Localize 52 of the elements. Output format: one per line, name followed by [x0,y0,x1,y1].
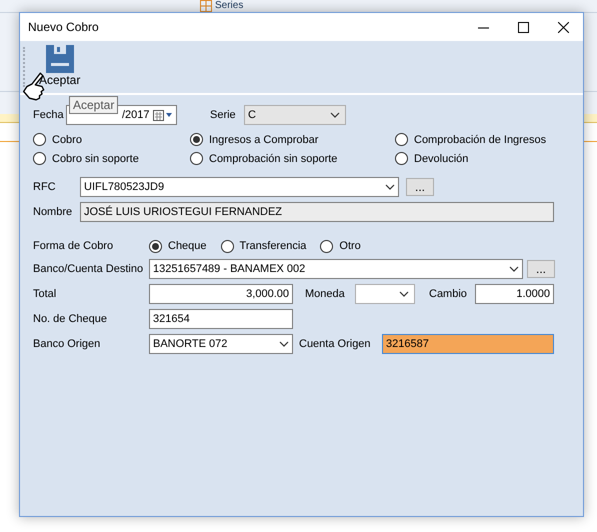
radio-dot[interactable] [395,133,408,146]
chevron-down-icon[interactable] [385,184,395,190]
radio-dot[interactable] [190,133,203,146]
window-title: Nuevo Cobro [28,20,100,34]
calendar-icon[interactable] [153,110,173,120]
radio-option[interactable]: Transferencia [220,240,306,252]
radio-dot[interactable] [220,240,234,252]
grid-icon [200,0,212,12]
accept-button[interactable]: Aceptar [39,41,80,93]
origin-account-field[interactable]: 3216587 [382,334,554,354]
chevron-down-icon[interactable] [330,112,340,118]
radio-option[interactable]: Comprobación sin soporte [190,152,395,165]
chevron-down-icon[interactable] [279,341,289,347]
app-toolbar-item[interactable]: Series [200,0,244,12]
field-label: Serie [210,109,237,121]
field-label: Banco Origen [33,338,102,350]
radio-option[interactable]: Cobro sin soporte [33,152,190,165]
rfc-combobox[interactable]: UIFL780523JD9 [80,177,399,197]
field-label: Fecha [33,109,65,121]
radio-option[interactable]: Otro [320,240,361,252]
radio-option[interactable]: Devolución [395,152,575,165]
radio-dot[interactable] [395,152,408,165]
chevron-down-icon[interactable] [399,291,409,297]
field-label: Banco/Cuenta Destino [33,263,144,275]
check-number-field[interactable]: 321654 [149,309,293,329]
field-label: Moneda [305,288,346,300]
bank-account-combobox[interactable]: 13251657489 - BANAMEX 002 [149,259,523,279]
field-label: Nombre [33,206,74,218]
radio-dot[interactable] [190,152,203,165]
field-label: No. de Cheque [33,313,108,325]
origin-bank-combobox[interactable]: BANORTE 072 [149,334,293,354]
radio-dot[interactable] [320,240,334,252]
name-field[interactable]: JOSÉ LUIS URIOSTEGUI FERNANDEZ [80,202,554,222]
radio-option[interactable]: Ingresos a Comprobar [190,133,395,146]
radio-option[interactable]: Cheque [149,240,207,252]
browse-button[interactable]: ... [406,178,434,196]
tooltip: Aceptar [69,96,118,114]
radio-dot[interactable] [33,152,46,165]
radio-dot[interactable] [149,240,162,252]
radio-option[interactable]: Cobro [33,133,190,146]
total-field[interactable]: 3,000.00 [149,284,293,304]
browse-button[interactable]: ... [527,260,555,278]
radio-dot[interactable] [33,133,46,146]
field-label: Forma de Cobro [33,240,114,252]
series-dropdown[interactable]: C [244,105,346,125]
field-label: Total [33,288,58,300]
field-label: Cambio [429,288,468,300]
exchange-rate-field[interactable]: 1.0000 [475,284,554,304]
chevron-down-icon[interactable] [509,266,519,272]
field-label: RFC [33,181,57,193]
field-label: Cuenta Origen [299,338,372,350]
radio-option[interactable]: Comprobación de Ingresos [395,133,575,146]
